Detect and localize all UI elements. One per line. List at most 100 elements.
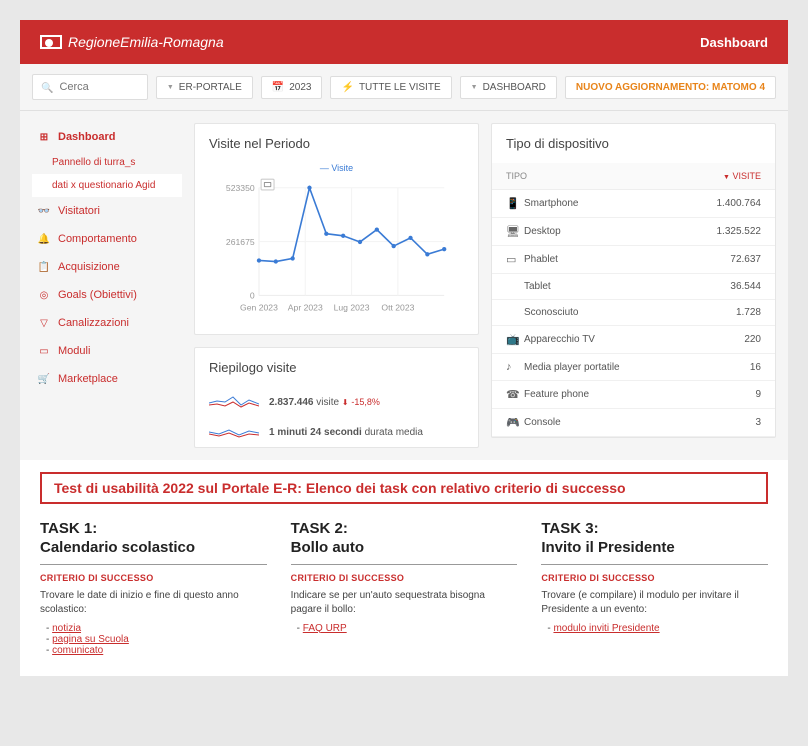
- device-icon: 🖥: [506, 225, 524, 238]
- device-name: Feature phone: [524, 389, 755, 400]
- task-col: TASK 2:Bollo autoCRITERIO DI SUCCESSOInd…: [291, 520, 518, 656]
- task-link[interactable]: notizia: [52, 623, 81, 634]
- sidebar-item-label: Dashboard: [58, 131, 115, 143]
- main-area: ⊞ Dashboard Pannello di turra_s dati x q…: [20, 111, 788, 460]
- device-row[interactable]: 🖥Desktop1.325.522: [492, 218, 775, 246]
- stat-value: 1 minuti 24 secondi: [269, 427, 362, 438]
- device-value: 1.325.522: [717, 226, 762, 237]
- chart-area: — Visite 523350 261675: [195, 163, 478, 334]
- device-icon: ☎: [506, 388, 524, 401]
- device-row[interactable]: 📱Smartphone1.400.764: [492, 190, 775, 218]
- sparkline-icon: [209, 423, 259, 441]
- module-icon: ▭: [38, 345, 50, 357]
- task-title: TASK 2:Bollo auto: [291, 520, 518, 558]
- sidebar-item-visitors[interactable]: 👓 Visitatori: [32, 197, 182, 225]
- task-links: modulo inviti Presidente: [541, 623, 768, 634]
- device-value: 9: [755, 389, 761, 400]
- sidebar-item-label: Acquisizione: [58, 261, 120, 273]
- sidebar-item-label: Comportamento: [58, 233, 137, 245]
- sidebar-item-goals[interactable]: ◎ Goals (Obiettivi): [32, 281, 182, 309]
- sidebar-item-acquisition[interactable]: 📋 Acquisizione: [32, 253, 182, 281]
- sidebar-item-label: Canalizzazioni: [58, 317, 129, 329]
- device-icon: 📱: [506, 197, 524, 210]
- device-row[interactable]: Tablet36.544: [492, 274, 775, 300]
- device-rows: 📱Smartphone1.400.764🖥Desktop1.325.522▭Ph…: [492, 190, 775, 437]
- crumb-portal[interactable]: ▼ER-PORTALE: [156, 76, 253, 99]
- chart-title: Visite nel Periodo: [195, 124, 478, 163]
- chart-legend: — Visite: [209, 163, 464, 173]
- summary-card: Riepilogo visite 2.837.446 visite ⬇ -15,…: [194, 347, 479, 448]
- divider: [541, 564, 768, 565]
- task-link[interactable]: pagina su Scuola: [52, 634, 129, 645]
- device-row[interactable]: 📺Apparecchio TV220: [492, 326, 775, 354]
- update-notice[interactable]: NUOVO AGGIORNAMENTO: MATOMO 4: [565, 76, 776, 99]
- funnel-icon: ▽: [38, 317, 50, 329]
- sparkline-icon: [209, 393, 259, 411]
- sidebar: ⊞ Dashboard Pannello di turra_s dati x q…: [32, 123, 182, 448]
- brand-text: RegioneEmilia-Romagna: [68, 34, 224, 50]
- chart-expand-icon[interactable]: [261, 179, 274, 190]
- task-link[interactable]: FAQ URP: [303, 623, 347, 634]
- divider: [40, 564, 267, 565]
- task-title: TASK 1:Calendario scolastico: [40, 520, 267, 558]
- brand-logo: RegioneEmilia-Romagna: [40, 34, 224, 50]
- sidebar-item-modules[interactable]: ▭ Moduli: [32, 337, 182, 365]
- col-type: TIPO: [506, 171, 527, 181]
- device-name: Sconosciuto: [524, 307, 736, 318]
- device-name: Phablet: [524, 254, 730, 265]
- summary-title: Riepilogo visite: [195, 348, 478, 387]
- visitors-icon: 👓: [38, 205, 50, 217]
- sidebar-item-behavior[interactable]: 🔔 Comportamento: [32, 225, 182, 253]
- device-row[interactable]: ▭Phablet72.637: [492, 246, 775, 274]
- device-value: 1.400.764: [717, 198, 762, 209]
- chevron-down-icon: ▼: [167, 84, 174, 91]
- summary-row: 1 minuti 24 secondi durata media: [195, 417, 478, 447]
- tasks-grid: TASK 1:Calendario scolastico CRITERIO DI …: [40, 520, 768, 656]
- line-chart[interactable]: 523350 261675 0 Gen 2023 Apr 2023 Lug 20…: [209, 177, 464, 317]
- sidebar-item-funnels[interactable]: ▽ Canalizzazioni: [32, 309, 182, 337]
- device-value: 3: [755, 417, 761, 428]
- logo-icon: [40, 35, 62, 49]
- task-link[interactable]: modulo inviti Presidente: [553, 623, 659, 634]
- search-icon: [41, 80, 53, 94]
- x-tick: Ott 2023: [381, 303, 414, 313]
- device-icon: 🎮: [506, 416, 524, 429]
- arrow-down-icon: ⬇: [342, 398, 349, 407]
- device-row[interactable]: ♪Media player portatile16: [492, 354, 775, 381]
- col-visits[interactable]: ▼ VISITE: [723, 171, 761, 181]
- sidebar-item-label: Visitatori: [58, 205, 100, 217]
- device-value: 36.544: [730, 281, 761, 292]
- sidebar-sub-agid[interactable]: dati x questionario Agid: [32, 174, 182, 197]
- device-row[interactable]: ☎Feature phone9: [492, 381, 775, 409]
- device-icon: ♪: [506, 361, 524, 373]
- search-box[interactable]: [32, 74, 148, 100]
- target-icon: ◎: [38, 289, 50, 301]
- task-col: TASK 1:Calendario scolasticoCRITERIO DI …: [40, 520, 267, 656]
- device-row[interactable]: 🎮Console3: [492, 409, 775, 437]
- task-criterion-label: CRITERIO DI SUCCESSO: [541, 573, 768, 583]
- crumb-year[interactable]: 📅2023: [261, 76, 323, 99]
- sidebar-item-label: Goals (Obiettivi): [58, 289, 137, 301]
- cart-icon: 🛒: [38, 373, 50, 385]
- device-name: Media player portatile: [524, 362, 750, 373]
- header-nav-dashboard[interactable]: Dashboard: [700, 35, 768, 50]
- sidebar-item-label: Moduli: [58, 345, 90, 357]
- task-link[interactable]: comunicato: [52, 645, 103, 656]
- crumb-dashboard[interactable]: ▼DASHBOARD: [460, 76, 557, 99]
- stat-value: 2.837.446: [269, 397, 314, 408]
- sidebar-item-label: Marketplace: [58, 373, 118, 385]
- task-links: notiziapagina su Scuolacomunicato: [40, 623, 267, 656]
- task-desc: Trovare (e compilare) il modulo per invi…: [541, 589, 768, 617]
- x-tick: Apr 2023: [288, 303, 323, 313]
- chart-card: Visite nel Periodo — Visite: [194, 123, 479, 335]
- task-title: TASK 3:Invito il Presidente: [541, 520, 768, 558]
- sidebar-sub-panel[interactable]: Pannello di turra_s: [32, 151, 182, 174]
- crumb-visits[interactable]: ⚡TUTTE LE VISITE: [330, 76, 451, 99]
- device-row[interactable]: Sconosciuto1.728: [492, 300, 775, 326]
- y-tick: 261675: [226, 237, 255, 247]
- search-input[interactable]: [59, 81, 138, 93]
- sidebar-item-marketplace[interactable]: 🛒 Marketplace: [32, 365, 182, 393]
- y-tick: 523350: [226, 183, 255, 193]
- sidebar-item-dashboard[interactable]: ⊞ Dashboard: [32, 123, 182, 151]
- funnel-icon: ⚡: [341, 82, 353, 93]
